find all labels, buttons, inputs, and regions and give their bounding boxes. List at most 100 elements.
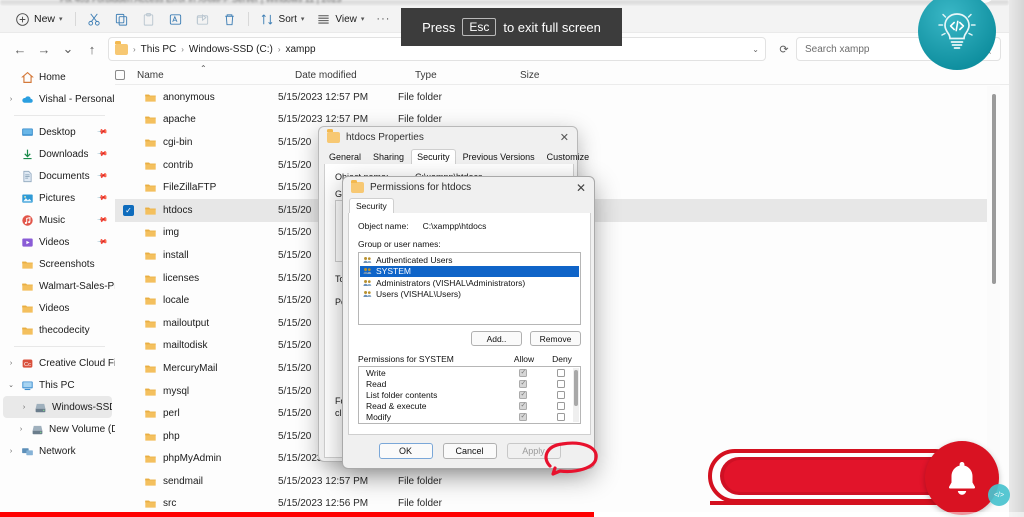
sidebar-item-music[interactable]: Music📌 xyxy=(0,209,115,231)
sidebar-item-new-volume-d[interactable]: ›New Volume (D:) xyxy=(0,418,115,440)
permission-row[interactable]: Write xyxy=(359,367,580,378)
row-checkbox-checked[interactable]: ✓ xyxy=(123,205,134,216)
sidebar-item-network[interactable]: ›Network xyxy=(0,440,115,462)
allow-checkbox[interactable] xyxy=(519,369,527,377)
group-user-list[interactable]: Authenticated UsersSYSTEMAdministrators … xyxy=(358,252,581,325)
tab-sharing[interactable]: Sharing xyxy=(368,150,409,164)
allow-checkbox[interactable] xyxy=(519,413,527,421)
sidebar-item-this-pc[interactable]: ⌄This PC xyxy=(0,374,115,396)
up-button[interactable]: ↑ xyxy=(80,37,104,61)
apply-button[interactable]: Apply xyxy=(507,443,561,459)
forward-button[interactable]: → xyxy=(32,37,56,61)
close-icon[interactable]: ✕ xyxy=(560,131,569,144)
column-header-name[interactable]: Name xyxy=(137,70,295,81)
sidebar-item-creative-cloud-files[interactable]: ›CcCreative Cloud Files xyxy=(0,352,115,374)
sidebar-item-screenshots[interactable]: Screenshots xyxy=(0,253,115,275)
expand-chevron-icon[interactable]: › xyxy=(6,96,16,103)
ok-button[interactable]: OK xyxy=(379,443,433,459)
list-item[interactable]: Users (VISHAL\Users) xyxy=(360,289,579,301)
permission-row[interactable]: Read & execute xyxy=(359,400,580,411)
column-header-size[interactable]: Size xyxy=(520,70,580,81)
tab-customize[interactable]: Customize xyxy=(542,150,595,164)
add-button[interactable]: Add.. xyxy=(471,331,522,346)
share-button[interactable] xyxy=(189,9,216,30)
sort-button[interactable]: Sort ▾ xyxy=(254,9,311,30)
tab-security[interactable]: Security xyxy=(411,149,456,164)
deny-checkbox[interactable] xyxy=(557,402,565,410)
permission-row[interactable]: Read xyxy=(359,378,580,389)
sidebar-item-videos[interactable]: Videos📌 xyxy=(0,231,115,253)
delete-button[interactable] xyxy=(216,9,243,30)
allow-checkbox[interactable] xyxy=(519,424,527,425)
permission-entries-list[interactable]: WriteReadList folder contentsRead & exec… xyxy=(358,366,581,424)
sidebar-item-walmart-sales-pred[interactable]: Walmart-Sales-Pred xyxy=(0,275,115,297)
deny-checkbox-cell[interactable] xyxy=(542,424,580,425)
allow-checkbox[interactable] xyxy=(519,380,527,388)
table-row[interactable]: anonymous5/15/2023 12:57 PMFile folder xyxy=(115,86,995,109)
view-button[interactable]: View ▾ xyxy=(310,9,370,30)
pin-icon[interactable]: 📌 xyxy=(97,214,109,226)
remove-button[interactable]: Remove xyxy=(530,331,581,346)
paste-button[interactable] xyxy=(135,9,162,30)
permissions-scrollbar[interactable] xyxy=(573,368,579,422)
expand-chevron-icon[interactable]: › xyxy=(16,426,26,433)
sidebar-item-windows-ssd-c[interactable]: ›Windows-SSD (C:) xyxy=(3,396,112,418)
breadcrumb-item-2[interactable]: xampp xyxy=(285,44,315,55)
permissions-scrollbar-thumb[interactable] xyxy=(574,370,578,406)
list-item[interactable]: Administrators (VISHAL\Administrators) xyxy=(360,277,579,289)
expand-chevron-icon[interactable]: › xyxy=(6,448,16,455)
subscribe-bell-button[interactable] xyxy=(925,441,999,515)
mini-channel-logo[interactable]: </> xyxy=(988,484,1010,506)
video-progress-track[interactable] xyxy=(0,512,1024,517)
allow-checkbox-cell[interactable] xyxy=(504,369,542,377)
list-item[interactable]: Authenticated Users xyxy=(360,254,579,266)
copy-button[interactable] xyxy=(108,9,135,30)
expand-chevron-icon[interactable]: ⌄ xyxy=(6,381,16,389)
tab-security-permissions[interactable]: Security xyxy=(349,198,394,213)
sidebar-item-desktop[interactable]: Desktop📌 xyxy=(0,121,115,143)
refresh-button[interactable]: ⟳ xyxy=(772,37,796,61)
allow-checkbox[interactable] xyxy=(519,391,527,399)
breadcrumb-item-1[interactable]: Windows-SSD (C:) xyxy=(189,44,273,55)
pin-icon[interactable]: 📌 xyxy=(97,192,109,204)
deny-checkbox[interactable] xyxy=(557,380,565,388)
breadcrumb-item-0[interactable]: This PC xyxy=(141,44,177,55)
expand-chevron-icon[interactable]: › xyxy=(19,404,29,411)
sidebar-item-downloads[interactable]: Downloads📌 xyxy=(0,143,115,165)
allow-checkbox-cell[interactable] xyxy=(504,380,542,388)
allow-checkbox-cell[interactable] xyxy=(504,413,542,421)
recent-locations-button[interactable]: ⌄ xyxy=(56,37,80,61)
back-button[interactable]: ← xyxy=(8,37,32,61)
sidebar-item-pictures[interactable]: Pictures📌 xyxy=(0,187,115,209)
list-item[interactable]: SYSTEM xyxy=(360,266,579,278)
deny-checkbox[interactable] xyxy=(557,391,565,399)
rename-button[interactable] xyxy=(162,9,189,30)
pin-icon[interactable]: 📌 xyxy=(97,148,109,160)
expand-chevron-icon[interactable]: › xyxy=(6,360,16,367)
permission-row[interactable]: Full control xyxy=(359,422,580,424)
column-header-type[interactable]: Type xyxy=(415,70,520,81)
allow-checkbox-cell[interactable] xyxy=(504,391,542,399)
more-options-button[interactable]: ··· xyxy=(370,9,396,30)
deny-checkbox[interactable] xyxy=(557,413,565,421)
cancel-button[interactable]: Cancel xyxy=(443,443,497,459)
sidebar-item-vishal-personal[interactable]: ›Vishal - Personal xyxy=(0,88,115,110)
sidebar-item-videos[interactable]: Videos xyxy=(0,297,115,319)
select-all-checkbox[interactable] xyxy=(115,70,137,80)
pin-icon[interactable]: 📌 xyxy=(97,170,109,182)
deny-checkbox[interactable] xyxy=(557,424,565,425)
pin-icon[interactable]: 📌 xyxy=(97,236,109,248)
new-button[interactable]: New ▾ xyxy=(8,9,70,30)
allow-checkbox[interactable] xyxy=(519,402,527,410)
allow-checkbox-cell[interactable] xyxy=(504,402,542,410)
deny-checkbox[interactable] xyxy=(557,369,565,377)
permission-row[interactable]: Modify xyxy=(359,411,580,422)
pin-icon[interactable]: 📌 xyxy=(97,126,109,138)
tab-general[interactable]: General xyxy=(324,150,366,164)
allow-checkbox-cell[interactable] xyxy=(504,424,542,425)
permission-row[interactable]: List folder contents xyxy=(359,389,580,400)
close-icon-permissions[interactable]: ✕ xyxy=(576,181,586,195)
cut-button[interactable] xyxy=(81,9,108,30)
tab-previous-versions[interactable]: Previous Versions xyxy=(458,150,540,164)
sidebar-item-documents[interactable]: Documents📌 xyxy=(0,165,115,187)
